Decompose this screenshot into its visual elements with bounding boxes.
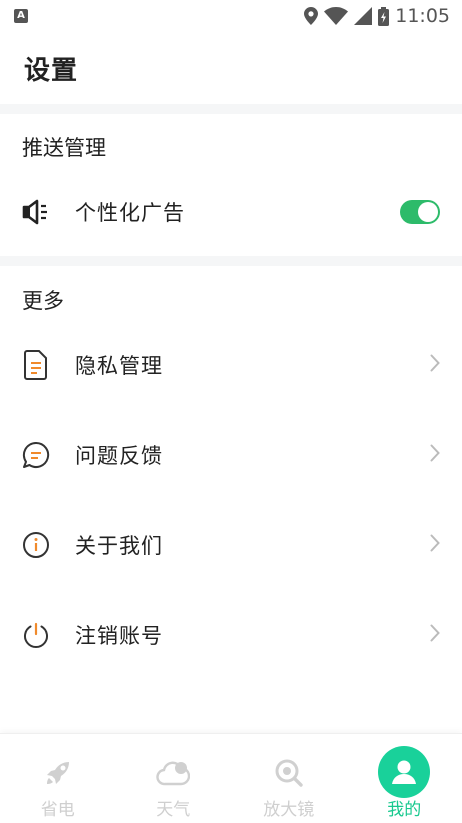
bottom-tab-bar: 省电 天气 放大镜 我的 (0, 733, 462, 823)
status-time: 11:05 (395, 5, 450, 27)
tab-label: 放大镜 (263, 795, 314, 820)
status-right: 11:05 (304, 5, 450, 27)
user-icon (378, 746, 430, 798)
status-left: A (14, 9, 28, 23)
tab-label: 天气 (156, 795, 190, 820)
row-label: 隐私管理 (75, 350, 163, 380)
rocket-icon (41, 756, 75, 790)
personalized-ads-toggle[interactable] (400, 200, 440, 224)
info-icon (20, 529, 52, 561)
document-icon (20, 349, 52, 381)
row-label: 注销账号 (75, 620, 163, 650)
row-delete-account[interactable]: 注销账号 (0, 605, 462, 665)
chat-bubble-icon (20, 439, 52, 471)
tab-weather[interactable]: 天气 (116, 734, 232, 823)
battery-charging-icon (378, 7, 389, 26)
location-icon (304, 7, 318, 25)
tab-label: 省电 (41, 795, 75, 820)
row-label: 问题反馈 (75, 440, 163, 470)
page-title: 设置 (24, 50, 78, 87)
chevron-right-icon (430, 444, 440, 466)
notification-badge: A (14, 9, 28, 23)
title-bar: 设置 (0, 32, 462, 104)
cloud-icon (156, 756, 190, 790)
row-label: 关于我们 (75, 530, 163, 560)
toggle-knob (418, 202, 438, 222)
section-header-push: 推送管理 (22, 132, 106, 162)
section-divider (0, 104, 462, 114)
wifi-icon (324, 7, 348, 25)
chevron-right-icon (430, 534, 440, 556)
tab-mine[interactable]: 我的 (347, 734, 462, 823)
row-about-us[interactable]: 关于我们 (0, 515, 462, 575)
tab-power-saving[interactable]: 省电 (0, 734, 116, 823)
row-privacy-management[interactable]: 隐私管理 (0, 335, 462, 395)
status-bar: A 11:05 (0, 0, 462, 32)
tab-magnifier[interactable]: 放大镜 (231, 734, 347, 823)
power-icon (20, 619, 52, 651)
section-header-more: 更多 (22, 285, 64, 315)
chevron-right-icon (430, 624, 440, 646)
magnifier-icon (272, 756, 306, 790)
chevron-right-icon (430, 354, 440, 376)
tab-label: 我的 (387, 795, 421, 820)
signal-icon (354, 7, 372, 25)
row-feedback[interactable]: 问题反馈 (0, 425, 462, 485)
section-divider (0, 256, 462, 266)
row-label: 个性化广告 (75, 197, 185, 227)
megaphone-icon (20, 196, 52, 228)
row-personalized-ads: 个性化广告 (0, 182, 462, 242)
